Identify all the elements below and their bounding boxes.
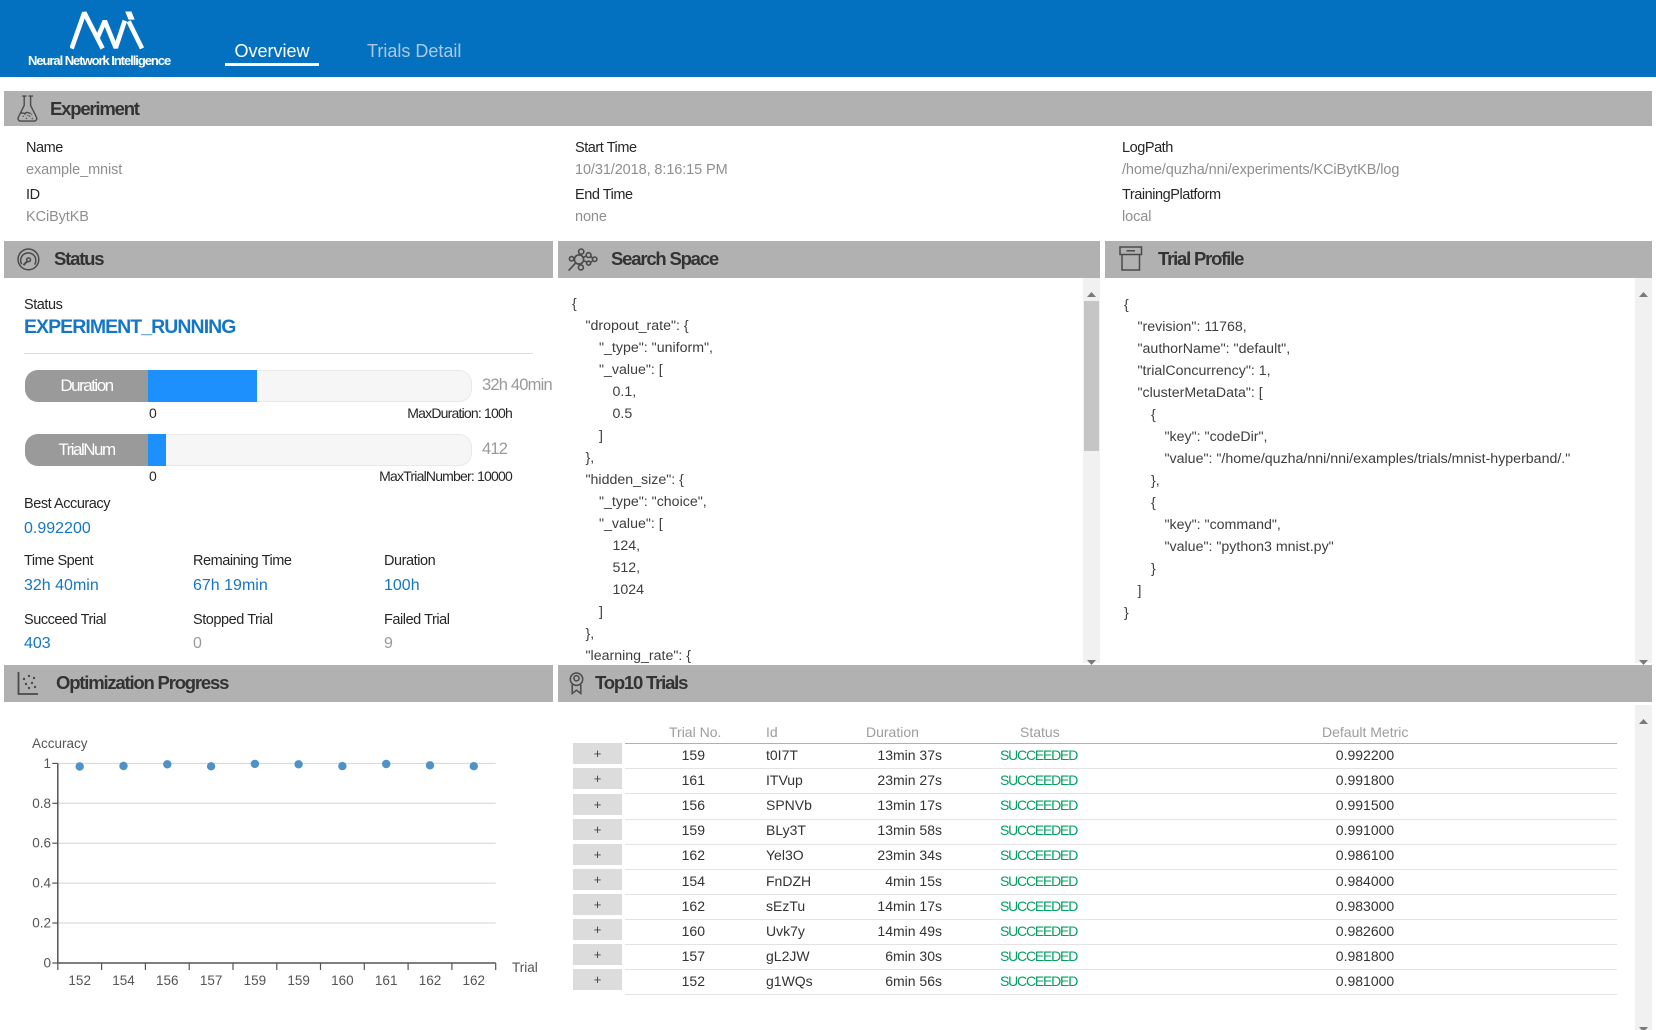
svg-text:0.8: 0.8	[32, 796, 51, 811]
svg-text:0.4: 0.4	[32, 876, 51, 891]
svg-text:159: 159	[244, 973, 267, 988]
svg-text:159: 159	[287, 973, 310, 988]
svg-text:Accuracy: Accuracy	[32, 736, 88, 751]
svg-text:160: 160	[331, 973, 354, 988]
svg-text:0: 0	[43, 955, 51, 970]
svg-text:156: 156	[156, 973, 179, 988]
svg-text:157: 157	[200, 973, 223, 988]
svg-text:1: 1	[43, 756, 51, 771]
svg-text:162: 162	[419, 973, 442, 988]
svg-text:152: 152	[68, 973, 91, 988]
svg-text:154: 154	[112, 973, 135, 988]
svg-text:0.6: 0.6	[32, 836, 51, 851]
svg-text:0.2: 0.2	[32, 916, 51, 931]
svg-text:162: 162	[463, 973, 486, 988]
svg-text:Trial: Trial	[512, 960, 538, 975]
svg-text:161: 161	[375, 973, 398, 988]
